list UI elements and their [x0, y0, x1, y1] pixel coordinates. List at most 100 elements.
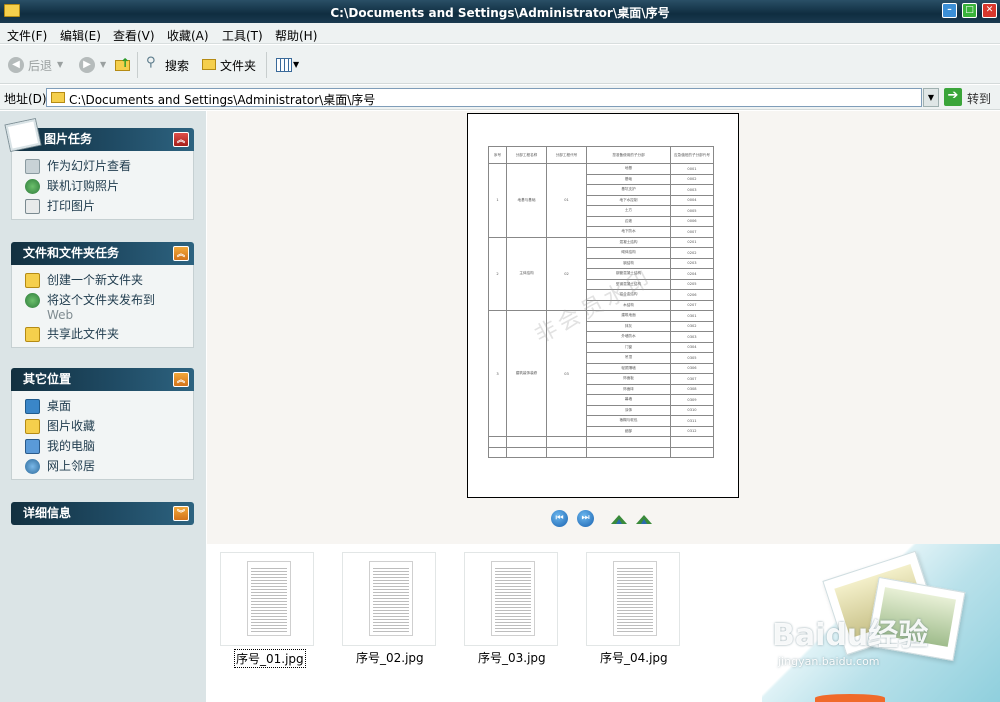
back-button[interactable]: 后退 [28, 57, 52, 74]
file-folder-tasks-title: 文件和文件夹任务 [23, 246, 120, 260]
file-folder-tasks-panel: 文件和文件夹任务 ︽ 创建一个新文件夹 将这个文件夹发布到 Web 共享此文件夹 [11, 242, 194, 348]
table-cell: 基坑支护 [586, 184, 671, 196]
table-cell: 基础 [586, 173, 671, 185]
other-places-panel: 其它位置 ︽ 桌面 图片收藏 我的电脑 网上邻居 [11, 368, 194, 480]
collapse-icon[interactable]: ︽ [173, 246, 189, 261]
menu-edit[interactable]: 编辑(E) [60, 27, 101, 44]
table-cell: 0006 [670, 215, 714, 227]
table-cell: 幕墙 [586, 394, 671, 406]
menu-view[interactable]: 查看(V) [113, 27, 155, 44]
table-cell: 0005 [670, 205, 714, 217]
other-places-header[interactable]: 其它位置 ︽ [11, 368, 194, 391]
next-image-icon[interactable]: ⏭ [577, 510, 594, 527]
address-path: C:\Documents and Settings\Administrator\… [69, 93, 376, 107]
previous-image-icon[interactable]: ⏮ [551, 510, 568, 527]
table-empty-cell [586, 436, 671, 448]
publish-web-link[interactable]: 将这个文件夹发布到 Web [12, 291, 193, 325]
menu-tools[interactable]: 工具(T) [222, 27, 263, 44]
table-cell: 0001 [670, 163, 714, 175]
table-cell: 裱糊与软包 [586, 415, 671, 427]
back-arrow-icon: ◀ [8, 57, 24, 73]
picture-tasks-panel: 图片任务 ︽ 作为幻灯片查看 联机订购照片 打印图片 [5, 119, 194, 220]
menu-favorites[interactable]: 收藏(A) [167, 27, 209, 44]
address-input[interactable]: C:\Documents and Settings\Administrator\… [46, 88, 922, 107]
desktop-icon [25, 399, 40, 414]
expand-icon[interactable]: ︾ [173, 506, 189, 521]
close-button[interactable]: ✕ [982, 3, 997, 18]
address-dropdown-icon[interactable]: ▼ [923, 88, 939, 107]
print-pictures-link[interactable]: 打印图片 [12, 197, 193, 217]
menu-bar: 文件(F) 编辑(E) 查看(V) 收藏(A) 工具(T) 帮助(H) [0, 23, 1000, 63]
order-prints-link[interactable]: 联机订购照片 [12, 177, 193, 197]
table-header-cell: 分部工程名称 [506, 146, 547, 164]
rotate-counterclockwise-icon[interactable] [635, 513, 653, 525]
title-bar[interactable]: C:\Documents and Settings\Administrator\… [0, 0, 1000, 23]
file-folder-tasks-header[interactable]: 文件和文件夹任务 ︽ [11, 242, 194, 265]
table-cell: 0304 [670, 341, 714, 353]
table-cell: 0309 [670, 394, 714, 406]
baidu-jingyan-watermark: Baidu经验 jingyan.baidu.com [762, 544, 1000, 702]
table-group-cell: 地基与基础 [506, 163, 547, 238]
thumbnail-image[interactable] [586, 552, 680, 646]
share-folder-icon [25, 327, 40, 342]
table-group-cell: 1 [488, 163, 507, 238]
table-cell: 边坡 [586, 215, 671, 227]
table-cell: 0002 [670, 173, 714, 185]
table-group-cell: 主体结构 [506, 236, 547, 311]
my-computer-link[interactable]: 我的电脑 [12, 437, 193, 457]
my-pictures-link[interactable]: 图片收藏 [12, 417, 193, 437]
menu-file[interactable]: 文件(F) [7, 27, 47, 44]
desktop-link[interactable]: 桌面 [12, 397, 193, 417]
picture-tasks-header[interactable]: 图片任务 ︽ [5, 119, 194, 151]
globe-icon [25, 179, 40, 194]
views-icon[interactable] [276, 58, 292, 72]
views-dropdown-icon[interactable]: ▼ [293, 60, 299, 69]
table-empty-cell [546, 436, 587, 448]
back-dropdown-icon[interactable]: ▼ [57, 60, 63, 69]
minimize-button[interactable]: – [942, 3, 957, 18]
explorer-window: C:\Documents and Settings\Administrator\… [0, 0, 1000, 702]
menu-help[interactable]: 帮助(H) [275, 27, 317, 44]
new-folder-link[interactable]: 创建一个新文件夹 [12, 271, 193, 291]
up-folder-icon[interactable]: ↑ [115, 56, 131, 73]
search-button[interactable]: 搜索 [165, 57, 189, 74]
table-cell: 0303 [670, 331, 714, 343]
table-cell: 0302 [670, 320, 714, 332]
collapse-icon[interactable]: ︽ [173, 372, 189, 387]
thumbnail-label[interactable]: 序号_04.jpg [600, 649, 668, 666]
rotate-clockwise-icon[interactable] [610, 513, 628, 525]
table-cell: 0201 [670, 236, 714, 248]
go-arrow-icon[interactable]: ➔ [944, 88, 962, 106]
table-cell: 饰面砖 [586, 383, 671, 395]
go-button[interactable]: 转到 [967, 90, 991, 107]
table-cell: 0202 [670, 247, 714, 259]
forward-dropdown-icon[interactable]: ▼ [100, 60, 106, 69]
details-title: 详细信息 [23, 506, 72, 520]
details-header[interactable]: 详细信息 ︾ [11, 502, 194, 525]
share-folder-link[interactable]: 共享此文件夹 [12, 325, 193, 345]
table-cell: 0305 [670, 352, 714, 364]
thumbnail-image[interactable] [464, 552, 558, 646]
thumbnail-label[interactable]: 序号_03.jpg [478, 649, 546, 666]
folders-button[interactable]: 文件夹 [220, 57, 256, 74]
table-cell: 外墙防水 [586, 331, 671, 343]
table-cell: 涂饰 [586, 404, 671, 416]
collapse-icon[interactable]: ︽ [173, 132, 189, 147]
globe-icon [25, 293, 40, 308]
thumbnail-label[interactable]: 序号_02.jpg [356, 649, 424, 666]
table-cell: 饰面板 [586, 373, 671, 385]
table-cell: 抹灰 [586, 320, 671, 332]
network-places-link[interactable]: 网上邻居 [12, 457, 193, 477]
thumbnail-image[interactable] [342, 552, 436, 646]
forward-arrow-icon[interactable]: ▶ [79, 57, 95, 73]
thumbnail-label[interactable]: 序号_01.jpg [234, 649, 306, 668]
thumbnail-image[interactable] [220, 552, 314, 646]
address-bar: 地址(D) C:\Documents and Settings\Administ… [0, 85, 1000, 110]
maximize-button[interactable]: □ [962, 3, 977, 18]
table-group-cell: 3 [488, 310, 507, 437]
slideshow-link[interactable]: 作为幻灯片查看 [12, 157, 193, 177]
table-cell: 0310 [670, 404, 714, 416]
address-label: 地址(D) [4, 92, 47, 106]
network-icon [25, 459, 40, 474]
table-empty-cell [670, 436, 714, 448]
